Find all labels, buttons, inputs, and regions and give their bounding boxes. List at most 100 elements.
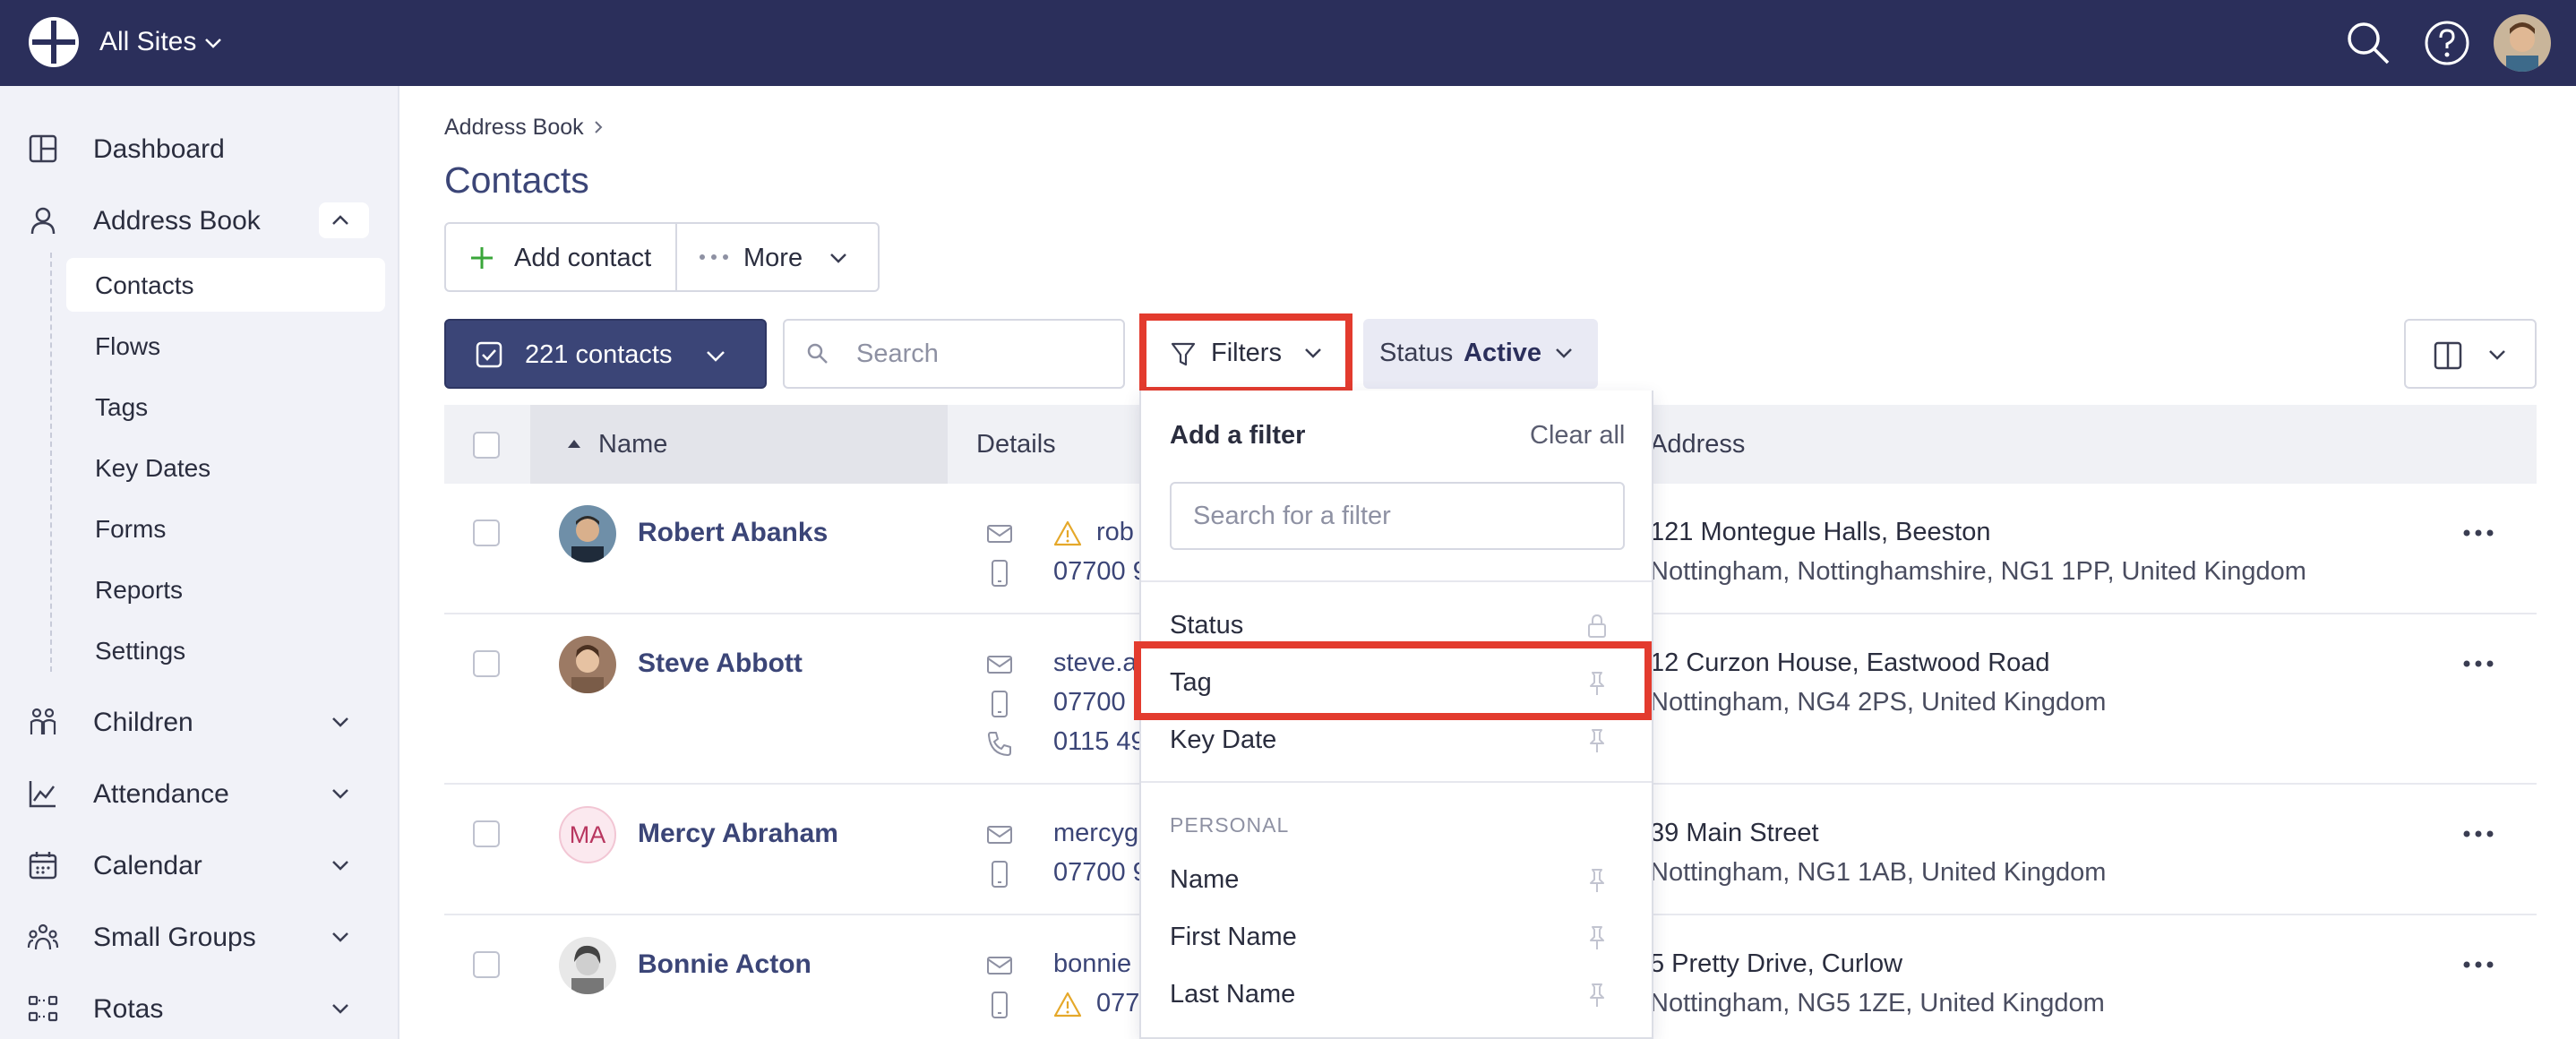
chevron-down-icon[interactable] (326, 708, 355, 736)
contact-name[interactable]: Robert Abanks (638, 518, 828, 548)
contact-name[interactable]: Bonnie Acton (638, 949, 811, 980)
sidebar-item-attendance[interactable]: Attendance (0, 763, 399, 820)
row-checkbox[interactable] (473, 650, 500, 677)
site-selector-label[interactable]: All Sites (99, 27, 196, 57)
row-actions-icon[interactable] (2463, 960, 2494, 969)
children-icon (30, 708, 56, 734)
calendar-icon (29, 852, 57, 880)
row-checkbox[interactable] (473, 951, 500, 978)
sidebar-item-address-book[interactable]: Address Book (0, 190, 399, 247)
sidebar-item-calendar[interactable]: Calendar (0, 835, 399, 892)
group-icon (27, 923, 59, 950)
funnel-icon (1171, 342, 1196, 366)
chevron-down-icon (2489, 350, 2505, 360)
sidebar-subitem-flows[interactable]: Flows (66, 319, 385, 373)
sidebar-item-dashboard[interactable]: Dashboard (0, 118, 399, 176)
contact-name[interactable]: Steve Abbott (638, 648, 803, 679)
help-icon[interactable] (2424, 20, 2470, 66)
filter-search-field[interactable] (1170, 482, 1625, 550)
sidebar-item-label: Small Groups (93, 923, 256, 952)
contact-email[interactable]: steve.a (1053, 648, 1138, 678)
sidebar-subitem-tags[interactable]: Tags (66, 380, 385, 434)
divider (1141, 580, 1652, 582)
sidebar-subitem-key-dates[interactable]: Key Dates (66, 441, 385, 494)
pin-icon[interactable] (1584, 924, 1610, 951)
sidebar: Dashboard Address Book Contacts Flows Ta… (0, 86, 399, 1039)
contact-mobile[interactable]: 07700 9 (1053, 858, 1147, 888)
row-actions-icon[interactable] (2463, 659, 2494, 668)
chevron-down-icon (707, 351, 725, 362)
select-all-checkbox[interactable] (473, 432, 500, 459)
breadcrumb[interactable]: Address Book (444, 115, 584, 141)
filter-option-first-name[interactable]: First Name (1141, 908, 1652, 966)
subitem-label: Reports (95, 576, 184, 604)
person-icon (30, 207, 56, 235)
contact-mobile[interactable]: 077 (1096, 989, 1139, 1018)
sidebar-item-label: Attendance (93, 779, 229, 809)
subitem-label: Tags (95, 393, 149, 421)
sidebar-subitem-contacts[interactable]: Contacts (66, 258, 385, 312)
chevron-down-icon[interactable] (201, 30, 226, 56)
more-button[interactable]: More (677, 224, 880, 290)
mobile-icon (992, 560, 1008, 587)
chevron-up-icon[interactable] (326, 206, 355, 235)
contact-email[interactable]: rob (1096, 518, 1134, 547)
contact-mobile[interactable]: 07700 (1053, 688, 1126, 717)
search-field[interactable] (783, 319, 1125, 389)
email-icon (987, 957, 1012, 975)
search-input[interactable] (856, 335, 1107, 373)
columns-icon (2434, 341, 2462, 370)
subitem-label: Forms (95, 515, 167, 543)
sidebar-item-rotas[interactable]: Rotas (0, 978, 399, 1035)
pin-icon[interactable] (1584, 867, 1610, 894)
column-header-address[interactable]: Address (1650, 430, 1745, 459)
sidebar-item-label: Calendar (93, 851, 202, 880)
dashboard-icon (29, 134, 57, 163)
column-view-button[interactable] (2404, 319, 2537, 389)
filters-button[interactable]: Filters (1139, 313, 1352, 394)
sidebar-item-children[interactable]: Children (0, 691, 399, 749)
add-contact-button[interactable]: Add contact (446, 224, 677, 290)
name-column-header[interactable] (530, 405, 948, 484)
contact-email[interactable]: mercyg (1053, 819, 1138, 848)
divider (1141, 781, 1652, 783)
row-checkbox[interactable] (473, 520, 500, 546)
row-checkbox[interactable] (473, 820, 500, 847)
chevron-down-icon[interactable] (326, 923, 355, 951)
logo-icon[interactable] (27, 15, 81, 69)
filter-option-label: Last Name (1170, 980, 1296, 1009)
filter-option-name[interactable]: Name (1141, 851, 1652, 908)
clear-all-link[interactable]: Clear all (1530, 421, 1625, 451)
chevron-down-icon[interactable] (326, 779, 355, 808)
sidebar-item-label: Children (93, 708, 193, 737)
lock-icon (1588, 614, 1606, 638)
address-line-1: 5 Pretty Drive, Curlow (1650, 949, 1903, 978)
search-icon (807, 343, 828, 364)
status-filter-chip[interactable]: Status Active (1363, 319, 1598, 389)
pin-icon[interactable] (1584, 982, 1610, 1009)
filter-search-input[interactable] (1193, 498, 1605, 534)
search-icon[interactable] (2343, 18, 2393, 68)
contact-mobile[interactable]: 07700 9 (1053, 557, 1147, 587)
email-icon (987, 826, 1012, 844)
chevron-down-icon (1305, 348, 1321, 358)
pin-icon[interactable] (1584, 727, 1610, 754)
filter-option-last-name[interactable]: Last Name (1141, 966, 1652, 1023)
avatar[interactable] (2494, 14, 2551, 72)
column-header-details[interactable]: Details (976, 430, 1056, 459)
column-header-name[interactable]: Name (598, 430, 667, 459)
chevron-down-icon[interactable] (326, 851, 355, 880)
row-actions-icon[interactable] (2463, 528, 2494, 537)
contact-phone[interactable]: 0115 49 (1053, 727, 1146, 757)
sidebar-item-small-groups[interactable]: Small Groups (0, 906, 399, 964)
chevron-down-icon[interactable] (326, 994, 355, 1023)
sidebar-subitem-reports[interactable]: Reports (66, 562, 385, 616)
more-label: More (743, 244, 803, 272)
sidebar-subitem-forms[interactable]: Forms (66, 502, 385, 555)
sidebar-subitem-settings[interactable]: Settings (66, 623, 385, 677)
select-contacts-button[interactable]: 221 contacts (444, 319, 767, 389)
sort-asc-icon[interactable] (566, 437, 582, 450)
contact-name[interactable]: Mercy Abraham (638, 819, 838, 849)
contact-email[interactable]: bonnie (1053, 949, 1131, 979)
row-actions-icon[interactable] (2463, 829, 2494, 838)
